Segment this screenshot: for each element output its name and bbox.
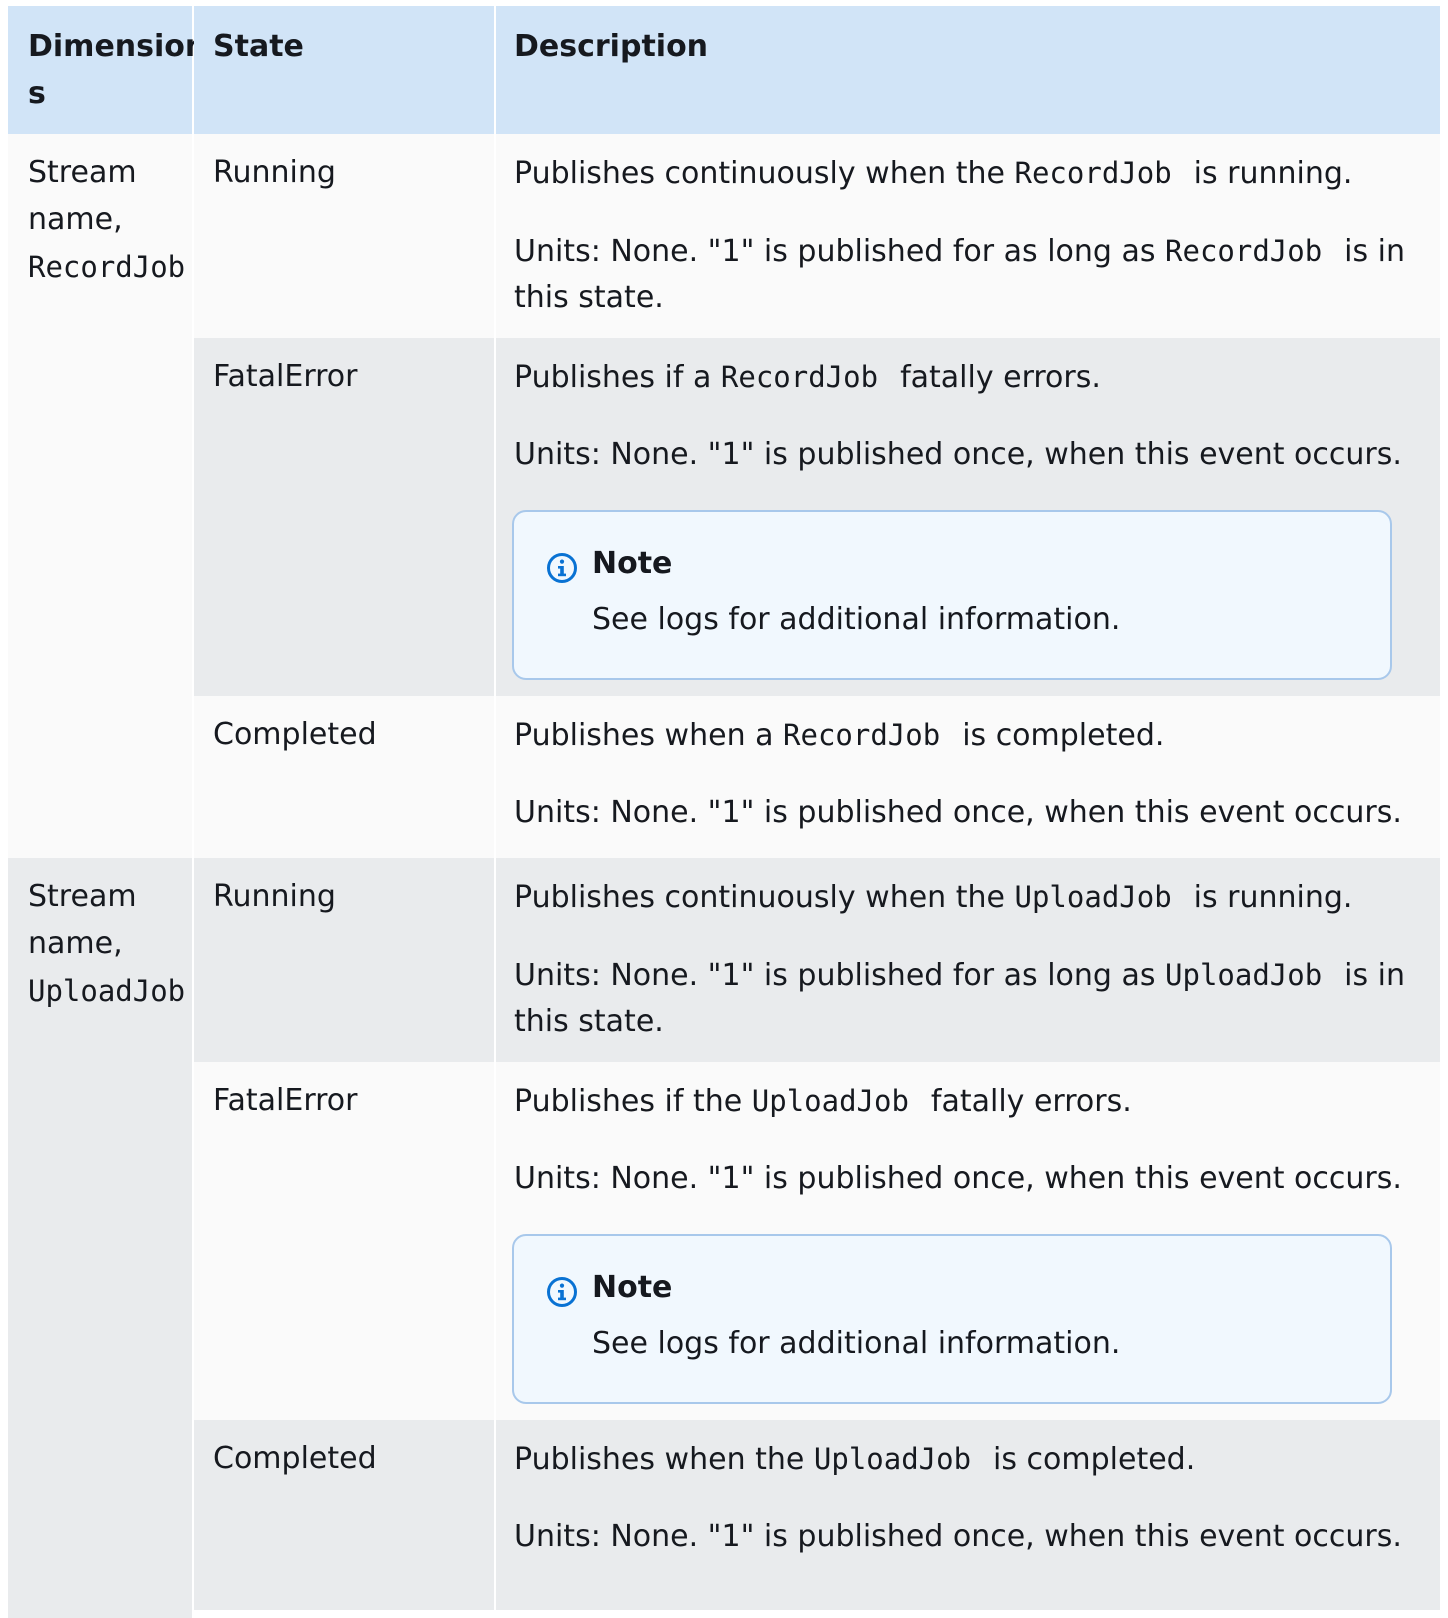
units-text: Units: None. "1" is published once, when… [514, 437, 1402, 472]
state-cell: Completed [194, 696, 494, 858]
description-text: Publishes continuously when the UploadJo… [514, 880, 1353, 915]
info-circle-icon [547, 1277, 577, 1307]
note-body: See logs for additional information. [592, 1326, 1121, 1361]
table-header: Dimension s State Description [8, 6, 1440, 134]
header-dimensions-line1: Dimension [28, 29, 207, 64]
state-text: FatalError [213, 1083, 358, 1118]
state-text: Completed [213, 717, 377, 752]
state-cell: Completed [194, 1420, 494, 1610]
description-cell: Publishes when a RecordJob is completed. … [496, 696, 1440, 858]
table-row: FatalError Publishes if the UploadJob fat… [8, 1062, 1440, 1420]
description-cell: Publishes continuously when the UploadJo… [496, 858, 1440, 1062]
note-title: Note [592, 1270, 673, 1305]
state-text: FatalError [213, 359, 358, 394]
table-row: Running Publishes continuously when the … [8, 858, 1440, 1062]
note-body: See logs for additional information. [592, 602, 1121, 637]
description-text: Publishes if a RecordJob fatally errors. [514, 360, 1101, 395]
units-text: Units: None. "1" is published once, when… [514, 795, 1402, 830]
header-cell-state: State [194, 6, 494, 134]
description-cell: Publishes continuously when the RecordJo… [496, 134, 1440, 338]
table-row: Completed Publishes when the UploadJob is… [8, 1420, 1440, 1610]
description-text: Publishes if the UploadJob fatally errors… [514, 1084, 1132, 1119]
units-text: Units: None. "1" is published for as lon… [514, 958, 1406, 993]
description-cell: Publishes when the UploadJob is completed… [496, 1420, 1440, 1610]
state-text: Running [213, 879, 336, 914]
state-cell: Running [194, 858, 494, 1062]
table-row: Completed Publishes when a RecordJob is c… [8, 696, 1440, 858]
state-text: Running [213, 155, 336, 190]
description-text: Publishes continuously when the RecordJo… [514, 156, 1353, 191]
state-cell: Running [194, 134, 494, 338]
code-inline: RecordJob [1165, 234, 1323, 268]
table-row: FatalError Publishes if a RecordJob fatal… [8, 338, 1440, 696]
units-text: Units: None. "1" is published once, when… [514, 1519, 1402, 1554]
header-cell-description: Description [496, 6, 1440, 134]
info-circle-icon [547, 553, 577, 583]
code-inline: UploadJob [751, 1084, 909, 1118]
description-cell: Publishes if a RecordJob fatally errors. … [496, 338, 1440, 696]
header-cell-dimensions: Dimension s [8, 6, 206, 134]
header-state: State [213, 29, 304, 64]
units-text: Units: None. "1" is published once, when… [514, 1161, 1402, 1196]
header-description: Description [514, 29, 709, 64]
note-callout: Note See logs for additional information… [512, 1234, 1392, 1404]
description-text: Publishes when a RecordJob is completed. [514, 718, 1165, 753]
table-row: Running Publishes continuously when the … [8, 134, 1440, 338]
units-text-line2: this state. [514, 280, 664, 315]
code-inline: UploadJob [1165, 958, 1323, 992]
state-cell: FatalError [194, 1062, 494, 1420]
code-inline: RecordJob [1014, 156, 1172, 190]
code-inline: RecordJob [783, 718, 941, 752]
units-text-line2: this state. [514, 1004, 664, 1039]
description-text: Publishes when the UploadJob is completed… [514, 1442, 1196, 1477]
note-title: Note [592, 546, 673, 581]
state-text: Completed [213, 1441, 377, 1476]
code-inline: RecordJob [720, 360, 879, 394]
header-dimensions-line2: s [28, 76, 46, 111]
code-inline: UploadJob [1014, 880, 1172, 914]
state-cell: FatalError [194, 338, 494, 696]
note-callout: Note See logs for additional information… [512, 510, 1392, 680]
code-inline: UploadJob [813, 1442, 972, 1476]
units-text: Units: None. "1" is published for as lon… [514, 234, 1406, 269]
description-cell: Publishes if the UploadJob fatally errors… [496, 1062, 1440, 1420]
